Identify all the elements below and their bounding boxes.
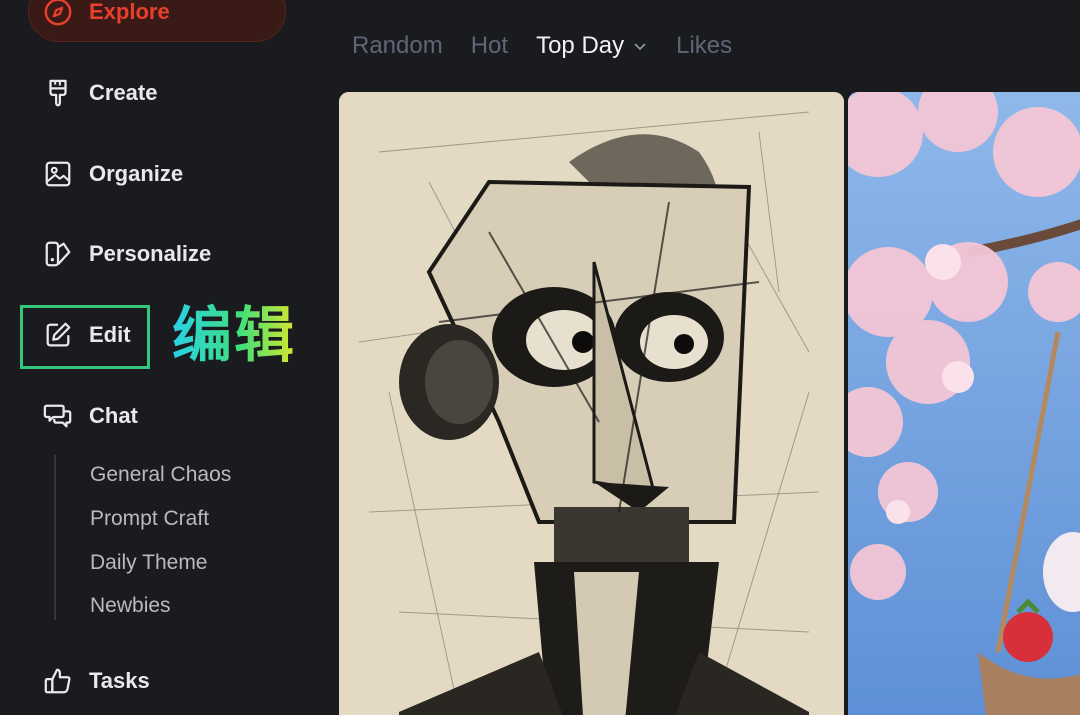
channel-item[interactable]: General Chaos [90, 463, 231, 487]
sidebar-item-label: Organize [89, 161, 184, 186]
sidebar-item-label: Chat [89, 403, 138, 428]
channel-item[interactable]: Daily Theme [90, 551, 208, 575]
chat-icon [42, 400, 74, 432]
brush-icon [42, 77, 74, 109]
compass-icon [42, 0, 74, 28]
sidebar-item-label: Tasks [89, 668, 150, 693]
sidebar-item-personalize[interactable]: Personalize [42, 238, 211, 270]
sidebar-item-label: Explore [89, 0, 170, 24]
blossom-swing-image [848, 92, 1080, 715]
palette-icon [42, 238, 74, 270]
sidebar: Explore Create Organize Personalize Edit… [0, 0, 320, 715]
tab-label: Top Day [536, 32, 625, 59]
sidebar-item-create[interactable]: Create [42, 77, 157, 109]
sidebar-item-chat[interactable]: Chat [42, 400, 138, 432]
chevron-down-icon [632, 38, 648, 54]
sidebar-item-label: Edit [89, 322, 131, 347]
sidebar-item-organize[interactable]: Organize [42, 158, 183, 190]
sketch-portrait-image [339, 92, 844, 715]
edit-chinese-annotation: 编辑 [172, 301, 296, 371]
tab-top-day[interactable]: Top Day [536, 32, 648, 60]
app-window: Explore Create Organize Personalize Edit… [0, 0, 1080, 715]
sidebar-item-label: Create [89, 80, 158, 105]
sidebar-item-label: Personalize [89, 241, 212, 266]
channel-item[interactable]: Prompt Craft [90, 507, 209, 531]
sidebar-item-tasks[interactable]: Tasks [42, 665, 150, 697]
channel-item[interactable]: Newbies [90, 594, 171, 618]
gallery-card-blossom[interactable] [848, 92, 1080, 715]
image-icon [42, 158, 74, 190]
chat-channel-list: General Chaos Prompt Craft Daily Theme N… [54, 455, 306, 620]
edit-icon [42, 319, 74, 351]
feed-tabs: Random Hot Top Day Likes [352, 32, 760, 60]
thumbs-up-icon [42, 665, 74, 697]
sidebar-item-explore[interactable]: Explore [42, 0, 170, 28]
gallery-card-sketch[interactable] [339, 92, 844, 715]
tab-random[interactable]: Random [352, 32, 443, 60]
sidebar-item-edit[interactable]: Edit [42, 319, 131, 351]
tab-likes[interactable]: Likes [676, 32, 732, 60]
tab-hot[interactable]: Hot [471, 32, 508, 60]
